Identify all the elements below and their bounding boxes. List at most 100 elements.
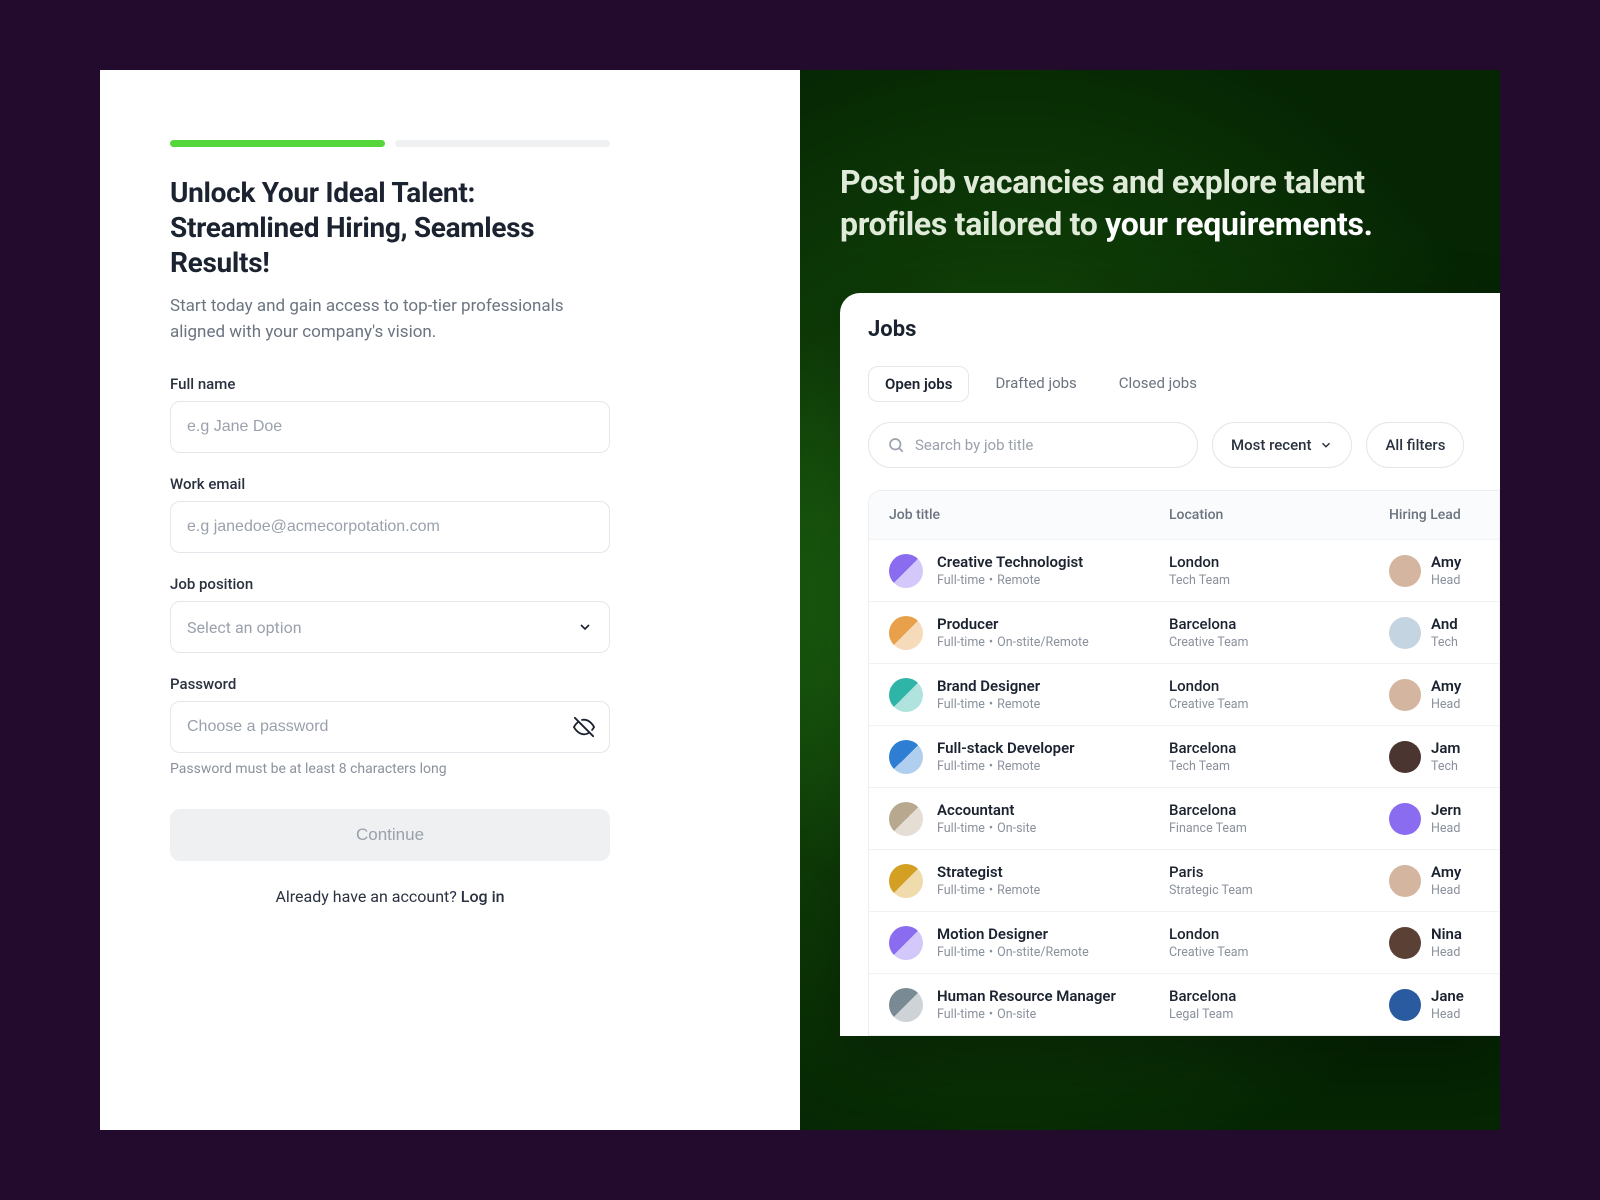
login-prompt: Already have an account? Log in <box>170 887 610 906</box>
job-team: Creative Team <box>1169 635 1389 650</box>
job-icon <box>889 864 923 898</box>
avatar <box>1389 927 1421 959</box>
position-placeholder: Select an option <box>187 618 302 637</box>
job-team: Finance Team <box>1169 821 1389 836</box>
lead-role: Head <box>1431 1007 1464 1022</box>
position-label: Job position <box>170 575 610 593</box>
table-row[interactable]: Creative Technologist Full-time•RemoteLon… <box>869 539 1499 601</box>
table-header: Job title Location Hiring Lead <box>869 491 1499 539</box>
avatar <box>1389 679 1421 711</box>
filters-label: All filters <box>1385 436 1445 454</box>
jobs-title: Jobs <box>868 317 1500 342</box>
table-row[interactable]: Producer Full-time•On-stite/RemoteBarcelo… <box>869 601 1499 663</box>
job-location: Barcelona <box>1169 739 1389 757</box>
lead-role: Head <box>1431 573 1461 588</box>
fullname-label: Full name <box>170 375 610 393</box>
job-meta: Full-time•Remote <box>937 697 1169 712</box>
tab-drafted-jobs[interactable]: Drafted jobs <box>979 366 1092 402</box>
lead-name: Amy <box>1431 553 1461 571</box>
avatar <box>1389 989 1421 1021</box>
hero-highlight: your requirements. <box>1105 205 1372 243</box>
login-link[interactable]: Log in <box>461 887 505 906</box>
chevron-down-icon <box>1319 438 1333 452</box>
continue-button[interactable]: Continue <box>170 809 610 861</box>
tab-open-jobs[interactable]: Open jobs <box>868 366 969 402</box>
job-meta: Full-time•Remote <box>937 883 1169 898</box>
email-label: Work email <box>170 475 610 493</box>
job-icon <box>889 988 923 1022</box>
lead-role: Head <box>1431 821 1461 836</box>
job-meta: Full-time•Remote <box>937 573 1169 588</box>
job-title: Full-stack Developer <box>937 739 1169 757</box>
table-row[interactable]: Brand DesignerFull-time•RemoteLondonCrea… <box>869 663 1499 725</box>
job-meta: Full-time•On-stite/Remote <box>937 945 1169 960</box>
job-location: Barcelona <box>1169 615 1389 633</box>
search-placeholder: Search by job title <box>915 436 1033 454</box>
avatar <box>1389 617 1421 649</box>
progress-indicator <box>170 140 610 147</box>
email-input[interactable] <box>170 501 610 553</box>
position-select[interactable]: Select an option <box>170 601 610 653</box>
sort-select[interactable]: Most recent <box>1212 422 1352 468</box>
progress-step-2 <box>395 140 610 147</box>
job-title: Accountant <box>937 801 1169 819</box>
password-input[interactable] <box>170 701 610 753</box>
table-row[interactable]: AccountantFull-time•On-siteBarcelonaFina… <box>869 787 1499 849</box>
job-title: Brand Designer <box>937 677 1169 695</box>
hero-panel: Post job vacancies and explore talent pr… <box>800 70 1500 1130</box>
job-team: Strategic Team <box>1169 883 1389 898</box>
job-icon <box>889 740 923 774</box>
job-team: Creative Team <box>1169 945 1389 960</box>
lead-name: Jane <box>1431 987 1464 1005</box>
job-title: Strategist <box>937 863 1169 881</box>
lead-name: And <box>1431 615 1458 633</box>
jobs-toolbar: Search by job title Most recent All filt… <box>868 422 1500 468</box>
job-title: Creative Technologist <box>937 553 1169 571</box>
job-team: Tech Team <box>1169 573 1389 588</box>
job-location: London <box>1169 553 1389 571</box>
toggle-password-button[interactable] <box>572 715 596 739</box>
lead-role: Head <box>1431 697 1461 712</box>
job-icon <box>889 616 923 650</box>
avatar <box>1389 803 1421 835</box>
table-row[interactable]: Full-stack Developer Full-time•RemoteBarc… <box>869 725 1499 787</box>
column-location: Location <box>1169 507 1389 523</box>
avatar <box>1389 741 1421 773</box>
jobs-tabs: Open jobs Drafted jobs Closed jobs <box>868 366 1500 402</box>
lead-name: Jam <box>1431 739 1460 757</box>
login-prompt-text: Already have an account? <box>275 887 460 906</box>
password-hint: Password must be at least 8 characters l… <box>170 761 610 777</box>
lead-name: Jern <box>1431 801 1461 819</box>
job-title: Motion Designer <box>937 925 1169 943</box>
lead-role: Tech <box>1431 759 1460 774</box>
sort-label: Most recent <box>1231 436 1311 454</box>
eye-off-icon <box>573 716 595 738</box>
lead-name: Amy <box>1431 677 1461 695</box>
signup-panel: Unlock Your Ideal Talent: Streamlined Hi… <box>100 70 800 1130</box>
hero-heading: Post job vacancies and explore talent pr… <box>840 162 1500 245</box>
table-row[interactable]: Strategist Full-time•RemoteParis Strategic… <box>869 849 1499 911</box>
job-title: Producer <box>937 615 1169 633</box>
job-location: Barcelona <box>1169 987 1389 1005</box>
filters-button[interactable]: All filters <box>1366 422 1464 468</box>
job-meta: Full-time•On-site <box>937 1007 1169 1022</box>
lead-role: Head <box>1431 945 1462 960</box>
column-hiring-lead: Hiring Lead <box>1389 507 1479 523</box>
job-team: Legal Team <box>1169 1007 1389 1022</box>
password-label: Password <box>170 675 610 693</box>
job-meta: Full-time•Remote <box>937 759 1169 774</box>
lead-role: Tech <box>1431 635 1458 650</box>
job-meta: Full-time•On-stite/Remote <box>937 635 1169 650</box>
search-input[interactable]: Search by job title <box>868 422 1198 468</box>
lead-role: Head <box>1431 883 1461 898</box>
table-row[interactable]: Human Resource ManagerFull-time•On-siteB… <box>869 973 1499 1035</box>
tab-closed-jobs[interactable]: Closed jobs <box>1103 366 1213 402</box>
page-subtitle: Start today and gain access to top-tier … <box>170 294 610 345</box>
job-meta: Full-time•On-site <box>937 821 1169 836</box>
jobs-table: Job title Location Hiring Lead Creative … <box>868 490 1500 1036</box>
fullname-input[interactable] <box>170 401 610 453</box>
table-row[interactable]: Motion Designer Full-time•On-stite/Remote… <box>869 911 1499 973</box>
jobs-card: Jobs Open jobs Drafted jobs Closed jobs … <box>840 293 1500 1036</box>
job-icon <box>889 678 923 712</box>
job-location: Paris <box>1169 863 1389 881</box>
